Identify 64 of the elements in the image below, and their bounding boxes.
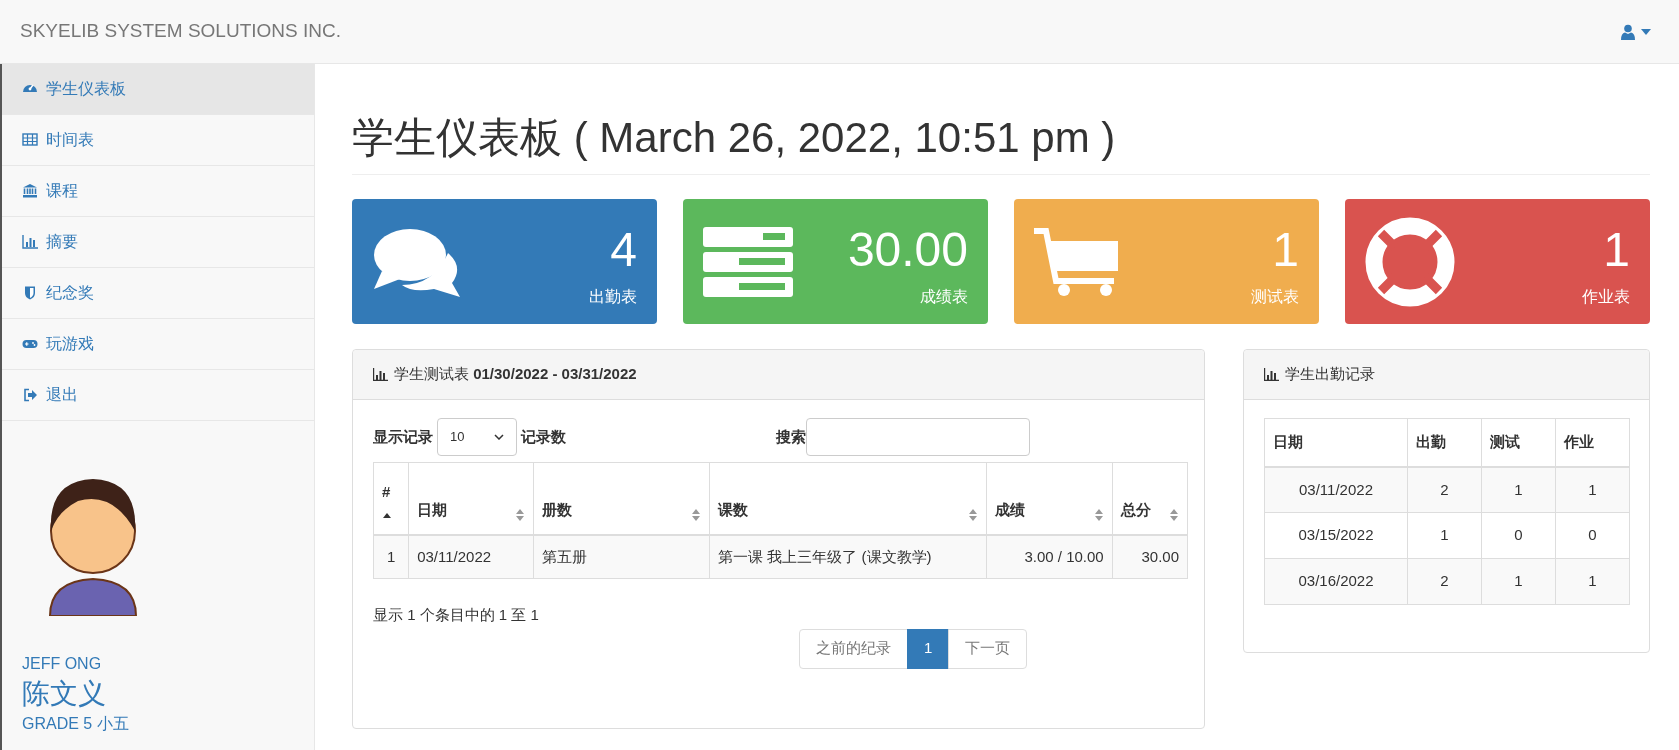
caret-icon <box>1641 28 1651 35</box>
table-cell: 1 <box>373 534 409 579</box>
table-cell: 1 <box>1555 558 1630 605</box>
stat-value: 30.00 <box>847 222 968 277</box>
stat-label: 成绩表 <box>920 286 968 307</box>
table-cell: 0 <box>1481 512 1556 559</box>
stat-value: 1 <box>1603 222 1630 277</box>
table-cell: 03/16/2022 <box>1264 558 1408 605</box>
table-cell: 03/11/2022 <box>408 534 534 579</box>
column-header[interactable]: 日期 <box>408 462 534 535</box>
stat-value: 1 <box>1272 222 1299 277</box>
panel-title: 学生测试表 01/30/2022 - 03/31/2022 <box>394 364 637 385</box>
length-label: 显示记录 <box>373 426 433 447</box>
sign-out-icon <box>22 387 38 403</box>
table-cell: 2 <box>1407 558 1482 605</box>
stat-label: 测试表 <box>1251 286 1299 307</box>
table-cell: 1 <box>1407 512 1482 559</box>
table-cell: 第五册 <box>533 534 710 579</box>
column-header[interactable]: 成绩 <box>986 462 1113 535</box>
column-header[interactable]: 册数 <box>533 462 710 535</box>
brand-title[interactable]: SKYELIB SYSTEM SOLUTIONS INC. <box>20 17 341 46</box>
table-cell: 03/11/2022 <box>1264 466 1408 513</box>
column-header: 作业 <box>1555 418 1630 467</box>
student-name: JEFF ONG <box>22 654 103 674</box>
shield-icon <box>22 285 38 301</box>
table-cell: 3.00 / 10.00 <box>986 534 1113 579</box>
column-header: 测试 <box>1481 418 1556 467</box>
student-chinese-name: 陈文义 <box>22 677 107 711</box>
column-header[interactable]: 课数 <box>709 462 987 535</box>
bar-chart-icon <box>373 368 388 381</box>
length-suffix-label: 记录数 <box>521 426 566 447</box>
sidebar-item[interactable]: 学生仪表板 <box>2 64 314 115</box>
column-header: 日期 <box>1264 418 1408 467</box>
page-title: 学生仪表板 ( March 26, 2022, 10:51 pm ) <box>352 110 1650 175</box>
table-cell: 03/15/2022 <box>1264 512 1408 559</box>
table-cell: 1 <box>1481 558 1556 605</box>
server-rack-icon <box>703 226 793 297</box>
table-cell: 1 <box>1481 466 1556 513</box>
bar-chart-icon <box>22 234 38 250</box>
table-cell: 1 <box>1555 466 1630 513</box>
chevron-down-icon <box>494 434 504 440</box>
user-icon <box>1621 23 1635 40</box>
student-grade: GRADE 5 小五 <box>22 714 130 734</box>
column-header[interactable]: # <box>373 462 409 535</box>
length-select[interactable]: 10 <box>437 418 517 456</box>
table-cell: 2 <box>1407 466 1482 513</box>
table-cell: 30.00 <box>1112 534 1188 579</box>
pagination-button[interactable]: 1 <box>907 628 950 669</box>
comments-icon <box>372 226 462 297</box>
bar-chart-icon <box>1264 368 1279 381</box>
column-header: 出勤 <box>1407 418 1482 467</box>
table-cell: 0 <box>1555 512 1630 559</box>
lifebuoy-icon <box>1365 216 1455 307</box>
search-label: 搜索 <box>776 426 806 447</box>
search-field[interactable] <box>806 418 1030 456</box>
table-icon <box>22 132 38 148</box>
bank-icon <box>22 183 38 199</box>
table-info: 显示 1 个条目中的 1 至 1 <box>373 605 539 625</box>
stat-label: 作业表 <box>1582 286 1630 307</box>
column-header[interactable]: 总分 <box>1112 462 1188 535</box>
stat-label: 出勤表 <box>589 286 637 307</box>
table-cell: 第一课 我上三年级了 (课文教学) <box>709 534 987 579</box>
panel-title: 学生出勤记录 <box>1285 364 1375 385</box>
stat-value: 4 <box>610 222 637 277</box>
